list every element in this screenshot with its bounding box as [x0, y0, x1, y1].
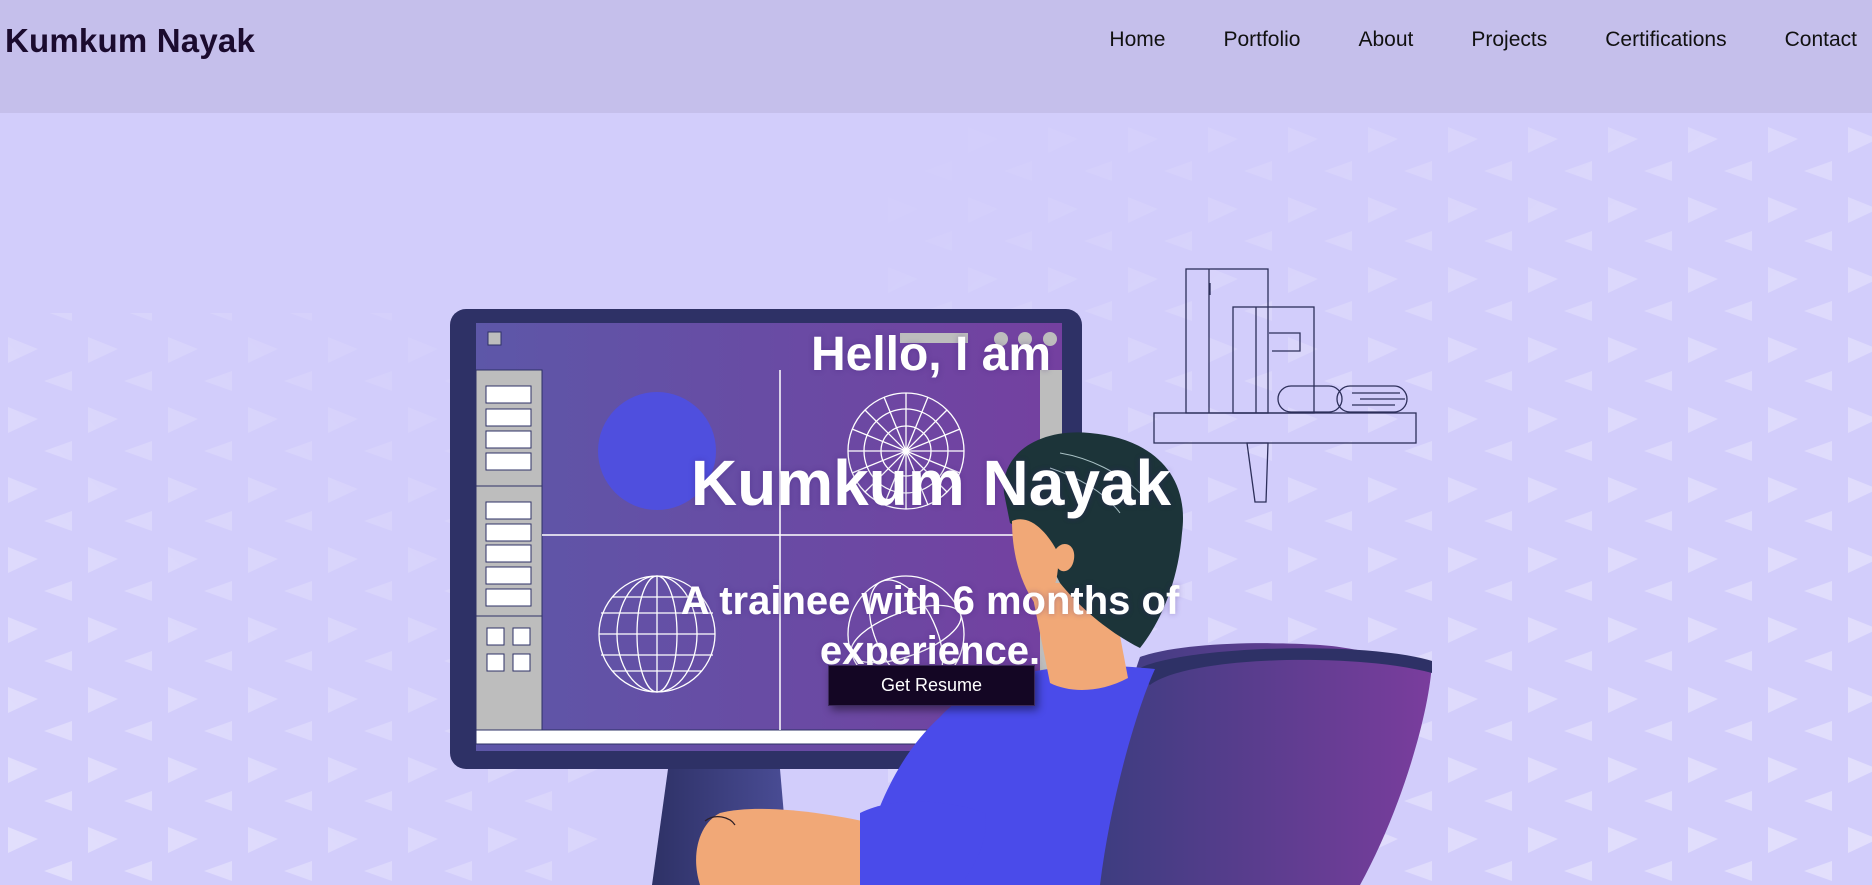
main-nav: Home Portfolio About Projects Certificat… — [1051, 28, 1857, 52]
hero-section: Hello, I am Kumkum Nayak A trainee with … — [0, 113, 1872, 885]
hero-name: Kumkum Nayak — [690, 447, 1172, 519]
site-brand[interactable]: Kumkum Nayak — [5, 22, 255, 60]
nav-link-contact[interactable]: Contact — [1785, 28, 1857, 52]
nav-link-home[interactable]: Home — [1109, 28, 1165, 52]
nav-link-certifications[interactable]: Certifications — [1605, 28, 1726, 52]
nav-link-about[interactable]: About — [1358, 28, 1413, 52]
nav-link-projects[interactable]: Projects — [1471, 28, 1547, 52]
get-resume-button[interactable]: Get Resume — [828, 665, 1035, 706]
hero-greeting: Hello, I am — [810, 328, 1052, 381]
hero-tagline: A trainee with 6 months of experience. — [680, 579, 1180, 673]
top-navbar: Kumkum Nayak Home Portfolio About Projec… — [0, 0, 1872, 113]
nav-link-portfolio[interactable]: Portfolio — [1223, 28, 1300, 52]
